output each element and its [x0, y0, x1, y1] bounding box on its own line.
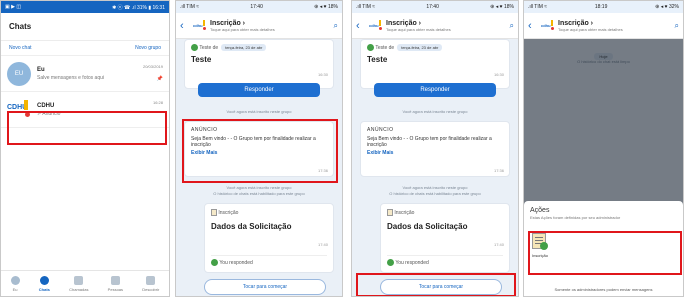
cdhu-logo-icon: cdhu — [369, 19, 383, 33]
status-right: ✱ ⓝ ☎ .ıl 31% ▮ 16:31 — [112, 4, 165, 11]
start-button[interactable]: Tocar para começar — [204, 279, 326, 295]
admin-only-footer: Somente os administradores podem enviar … — [554, 287, 653, 292]
show-more-link[interactable]: Exibir Mais — [367, 150, 503, 156]
form-icon — [211, 209, 217, 216]
avatar: EU — [7, 61, 31, 86]
phone-screen-chat-announcement: .ıll TIM ≈ 17:40 ⊕ ◂ ♥ 18% ‹ cdhu Inscri… — [175, 0, 343, 297]
chat-actions: Novo chat Novo grupo — [1, 41, 169, 56]
form-icon — [387, 209, 393, 216]
chat-header: ‹ cdhu Inscrição › Toque aqui para obter… — [524, 13, 683, 39]
cdhu-logo-icon: cdhu — [193, 19, 207, 33]
form-card[interactable]: Inscrição Dados da Solicitação 17:40 You… — [380, 203, 510, 273]
back-icon[interactable]: ‹ — [180, 20, 190, 32]
phone-screen-chats: ▣ ▶ ◫ ✱ ⓝ ☎ .ıl 31% ▮ 16:31 Chats Novo c… — [0, 0, 170, 297]
message-card: Teste de terça-feira, 23 de abr Teste 16:… — [184, 39, 334, 89]
reply-button[interactable]: Responder — [374, 83, 496, 97]
nav-pessoas[interactable]: Pessoas — [108, 275, 123, 292]
search-icon[interactable]: ⌕ — [675, 21, 679, 31]
nav-chamadas[interactable]: Chamadas — [69, 275, 88, 292]
status-bar: ▣ ▶ ◫ ✱ ⓝ ☎ .ıl 31% ▮ 16:31 — [1, 1, 169, 13]
nav-descobrir[interactable]: Descobrir — [142, 275, 159, 292]
avatar-icon — [10, 275, 20, 285]
page-title: Chats — [1, 13, 169, 41]
contacts-icon — [110, 275, 120, 285]
chat-date: 16:28 — [152, 100, 163, 105]
check-icon — [387, 259, 394, 266]
chat-preview: Salve mensagens e fotos aqui — [37, 74, 104, 81]
reply-button[interactable]: Responder — [198, 83, 320, 97]
search-icon[interactable]: ⌕ — [510, 21, 514, 31]
sheet-title: Ações — [530, 207, 550, 214]
nav-chats[interactable]: Chats — [39, 275, 50, 292]
chat-body: Teste de terça-feira, 23 de abr Teste 16:… — [352, 39, 518, 296]
discover-icon — [146, 275, 156, 285]
message-card: Teste de terça-feira, 23 de abr Teste 16:… — [360, 39, 510, 89]
phone-screen-chat-start: .ıll TIM ≈ 17:40 ⊕ ◂ ♥ 18% ‹ cdhu Inscri… — [351, 0, 519, 297]
chat-title-area[interactable]: Inscrição › Toque aqui para obter mais d… — [558, 20, 675, 32]
status-bar: .ıll TIM ≈ 17:40 ⊕ ◂ ♥ 18% — [176, 1, 342, 13]
check-icon — [211, 259, 218, 266]
avatar-icon — [367, 44, 374, 51]
phone-icon — [74, 275, 84, 285]
chat-title-area[interactable]: Inscrição › Toque aqui para obter mais d… — [210, 20, 334, 32]
chat-icon — [39, 275, 49, 285]
highlight-box — [528, 231, 682, 275]
nav-eu[interactable]: Eu — [10, 275, 20, 292]
chat-header: ‹ cdhu Inscrição › Toque aqui para obter… — [176, 13, 342, 39]
search-icon[interactable]: ⌕ — [334, 21, 338, 31]
chat-name: CDHU — [37, 102, 55, 109]
bottom-nav: Eu Chats Chamadas Pessoas Descobrir — [1, 270, 169, 296]
avatar-icon — [191, 44, 198, 51]
form-card[interactable]: Inscrição Dados da Solicitação 17:40 You… — [204, 203, 334, 273]
chat-date: 20/03/2019 — [142, 64, 163, 69]
new-group-link[interactable]: Novo grupo — [135, 45, 161, 51]
back-icon[interactable]: ‹ — [356, 20, 366, 32]
chat-title-area[interactable]: Inscrição › Toque aqui para obter mais d… — [386, 20, 510, 32]
status-bar: .ıll TIM ≈ 17:40 ⊕ ◂ ♥ 18% — [352, 1, 518, 13]
highlight-box — [356, 273, 516, 296]
back-icon[interactable]: ‹ — [528, 20, 538, 32]
highlight-box — [182, 119, 338, 183]
phone-screen-actions: .ıll TIM ≈ 18:19 ⊕ ◂ ♥ 32% ‹ cdhu Inscri… — [523, 0, 684, 297]
pin-icon: 📌 — [156, 76, 163, 82]
announcement-card[interactable]: ANÚNCIO Seja Bem vindo - - O Grupo tem p… — [360, 121, 510, 177]
notification-icons: ▣ ▶ ◫ — [5, 4, 22, 10]
highlight-box — [7, 111, 167, 145]
sheet-subtitle: Estas Ações foram definidas por seu admi… — [530, 215, 621, 220]
chat-row-eu[interactable]: EU Eu Salve mensagens e fotos aqui 20/03… — [1, 56, 169, 92]
status-bar: .ıll TIM ≈ 18:19 ⊕ ◂ ♥ 32% — [524, 1, 683, 13]
chat-header: ‹ cdhu Inscrição › Toque aqui para obter… — [352, 13, 518, 39]
cdhu-logo-icon: cdhu — [541, 19, 555, 33]
new-chat-link[interactable]: Novo chat — [9, 45, 32, 51]
